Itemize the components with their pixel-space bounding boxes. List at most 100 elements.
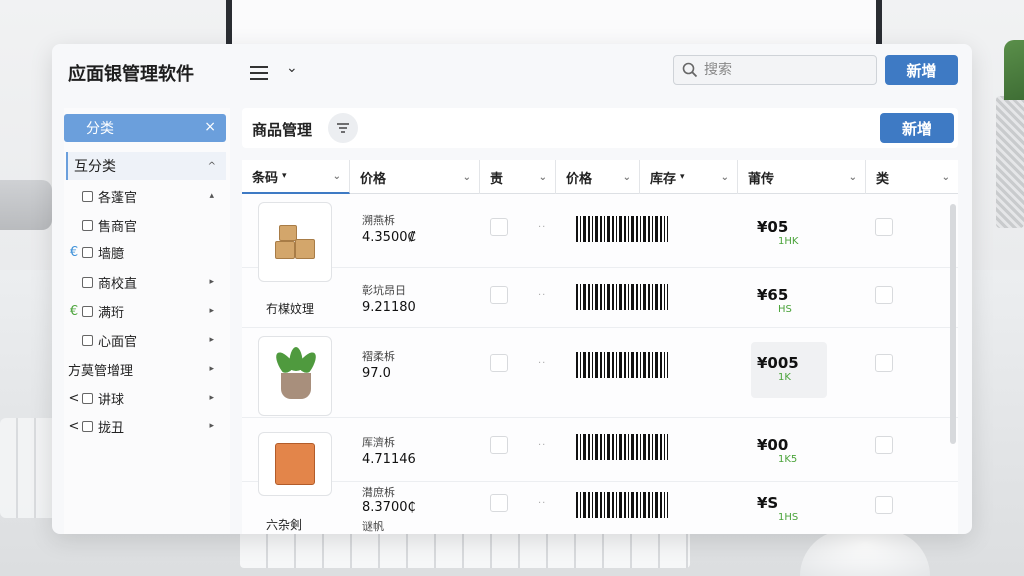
search-input[interactable] <box>704 62 864 78</box>
sidebar-item[interactable]: < 拢丑 ▸ <box>68 412 226 440</box>
chevron-down-icon[interactable]: ⌄ <box>286 60 298 76</box>
product-name: 六杂剣 <box>266 518 303 532</box>
table-row[interactable]: 溯燕柝 4.3500₡ ·· ¥05 1HK <box>242 194 958 282</box>
row-checkbox[interactable] <box>490 354 508 372</box>
background-keyboard <box>240 528 690 568</box>
table-row[interactable]: 冇楳妏理 彰坑昂日 9.21180 ·· ¥65 HS <box>242 268 958 328</box>
checkbox[interactable] <box>82 420 93 432</box>
new-button[interactable]: 新增 <box>880 113 954 143</box>
product-value: 4.3500₡ <box>362 230 416 245</box>
row-dots: ·· <box>538 290 547 301</box>
sidebar-item[interactable]: 商校直 ▸ <box>68 268 226 296</box>
row-checkbox[interactable] <box>875 436 893 454</box>
sidebar-item-label: 讲球 <box>98 392 125 408</box>
chevron-right-icon: ▸ <box>209 393 214 403</box>
row-checkbox[interactable] <box>490 218 508 236</box>
sidebar-group-label: 互分类 <box>74 159 116 175</box>
app-title: 应面银管理软件 <box>68 64 194 85</box>
checkbox[interactable] <box>82 305 93 317</box>
sidebar-item[interactable]: 售商官 <box>68 211 226 239</box>
row-checkbox[interactable] <box>490 494 508 512</box>
product-label: 彰坑昂日 <box>362 284 406 297</box>
background-speaker <box>0 180 52 230</box>
column-label: 条码 <box>252 170 279 186</box>
chevron-down-icon: ⌄ <box>538 171 547 183</box>
product-image <box>258 336 332 416</box>
product-note: 谜帆 <box>362 520 384 533</box>
column-header-responsible[interactable]: 责 ⌄ <box>480 160 556 194</box>
column-header-sales[interactable]: 莆传 ⌄ <box>738 160 866 194</box>
column-label: 莆传 <box>748 171 775 187</box>
column-header-price-2[interactable]: 价格 ⌄ <box>556 160 640 194</box>
chevron-right-icon: ▸ <box>209 421 214 431</box>
sidebar-item-prefix: < <box>68 390 80 406</box>
sidebar-item[interactable]: < 讲球 ▸ <box>68 384 226 412</box>
chevron-right-icon: ▸ <box>209 306 214 316</box>
checkbox[interactable] <box>82 276 93 288</box>
column-header-stock[interactable]: 库存 ▾ ⌄ <box>640 160 738 194</box>
row-dots: ·· <box>538 440 547 451</box>
sidebar-item-prefix: € <box>69 244 79 260</box>
scrollbar[interactable] <box>950 204 956 444</box>
sidebar: 分类 × 互分类 ^ 各蓬官 ▴ 售商官 € 墙臆 商校直 ▸ € 满珩 ▸ 心… <box>64 108 230 534</box>
chevron-right-icon: ▸ <box>209 364 214 374</box>
column-header-price[interactable]: 价格 ⌄ <box>350 160 480 194</box>
sidebar-item-label: 心面官 <box>98 334 138 350</box>
table-row[interactable]: 六杂剣 潸庶柝 8.3700₵ 谜帆 ·· ¥S 1HS <box>242 482 958 534</box>
main-header: 商品管理 新增 <box>242 108 958 148</box>
sidebar-item-prefix: < <box>68 418 80 434</box>
sidebar-item-label: 墙臆 <box>98 246 125 262</box>
sidebar-item[interactable]: 各蓬官 ▴ <box>68 182 226 210</box>
sidebar-item[interactable]: 方莫管增理 ▸ <box>68 355 226 383</box>
column-label: 价格 <box>360 171 387 187</box>
checkbox[interactable] <box>82 334 93 346</box>
sidebar-group[interactable]: 互分类 ^ <box>66 152 226 180</box>
column-header-barcode[interactable]: 条码 ▾ ⌄ <box>242 160 350 194</box>
filter-button[interactable] <box>328 113 358 143</box>
chevron-icon: ▴ <box>209 191 214 201</box>
table-row[interactable]: 褶柔柝 97.0 ·· ¥005 1K <box>242 328 958 418</box>
sale-price: ¥005 <box>757 354 799 372</box>
new-button-top[interactable]: 新增 <box>885 55 958 85</box>
checkbox[interactable] <box>82 246 93 258</box>
product-label: 褶柔柝 <box>362 350 395 363</box>
barcode-image <box>576 352 668 378</box>
title-bar: 应面银管理软件 ⌄ 新增 <box>52 44 972 100</box>
row-checkbox[interactable] <box>875 286 893 304</box>
sidebar-item-label: 满珩 <box>98 305 125 321</box>
row-checkbox[interactable] <box>875 354 893 372</box>
product-label: 厍濟柝 <box>362 436 395 449</box>
row-checkbox[interactable] <box>490 286 508 304</box>
product-value: 9.21180 <box>362 300 416 315</box>
background-monitor <box>226 0 882 48</box>
checkbox[interactable] <box>82 392 93 404</box>
chevron-right-icon: ▸ <box>209 335 214 345</box>
sidebar-header-label: 分类 <box>86 121 114 137</box>
background-keyboard-left <box>0 418 60 518</box>
sale-price: ¥05 <box>757 218 789 236</box>
column-label: 类 <box>876 171 890 187</box>
menu-icon[interactable] <box>250 62 268 82</box>
sale-price: ¥00 <box>757 436 789 454</box>
main-panel: 商品管理 新增 条码 ▾ ⌄ 价格 ⌄ 责 ⌄ 价格 ⌄ 库存 ▾ ⌄ 莆传 ⌄… <box>242 108 958 534</box>
column-header-category[interactable]: 类 ⌄ <box>866 160 958 194</box>
sidebar-item[interactable]: € 满珩 ▸ <box>68 297 226 325</box>
price-unit: 1K5 <box>778 454 798 465</box>
sidebar-header[interactable]: 分类 × <box>64 114 226 142</box>
sidebar-item[interactable]: 心面官 ▸ <box>68 326 226 354</box>
checkbox[interactable] <box>82 219 93 231</box>
checkbox[interactable] <box>82 190 93 202</box>
table-row[interactable]: 厍濟柝 4.71146 ·· ¥00 1K5 <box>242 418 958 496</box>
close-icon[interactable]: × <box>204 119 216 135</box>
sidebar-item-label: 各蓬官 <box>98 190 138 206</box>
row-checkbox[interactable] <box>490 436 508 454</box>
sale-price: ¥S <box>757 494 779 512</box>
sidebar-item[interactable]: € 墙臆 <box>68 238 226 266</box>
row-checkbox[interactable] <box>875 218 893 236</box>
chevron-down-icon: ⌄ <box>941 171 950 183</box>
chevron-down-icon: ⌄ <box>332 170 341 182</box>
row-checkbox[interactable] <box>875 496 893 514</box>
search-box[interactable] <box>673 55 877 85</box>
column-label: 价格 <box>566 171 593 187</box>
sale-price: ¥65 <box>757 286 789 304</box>
